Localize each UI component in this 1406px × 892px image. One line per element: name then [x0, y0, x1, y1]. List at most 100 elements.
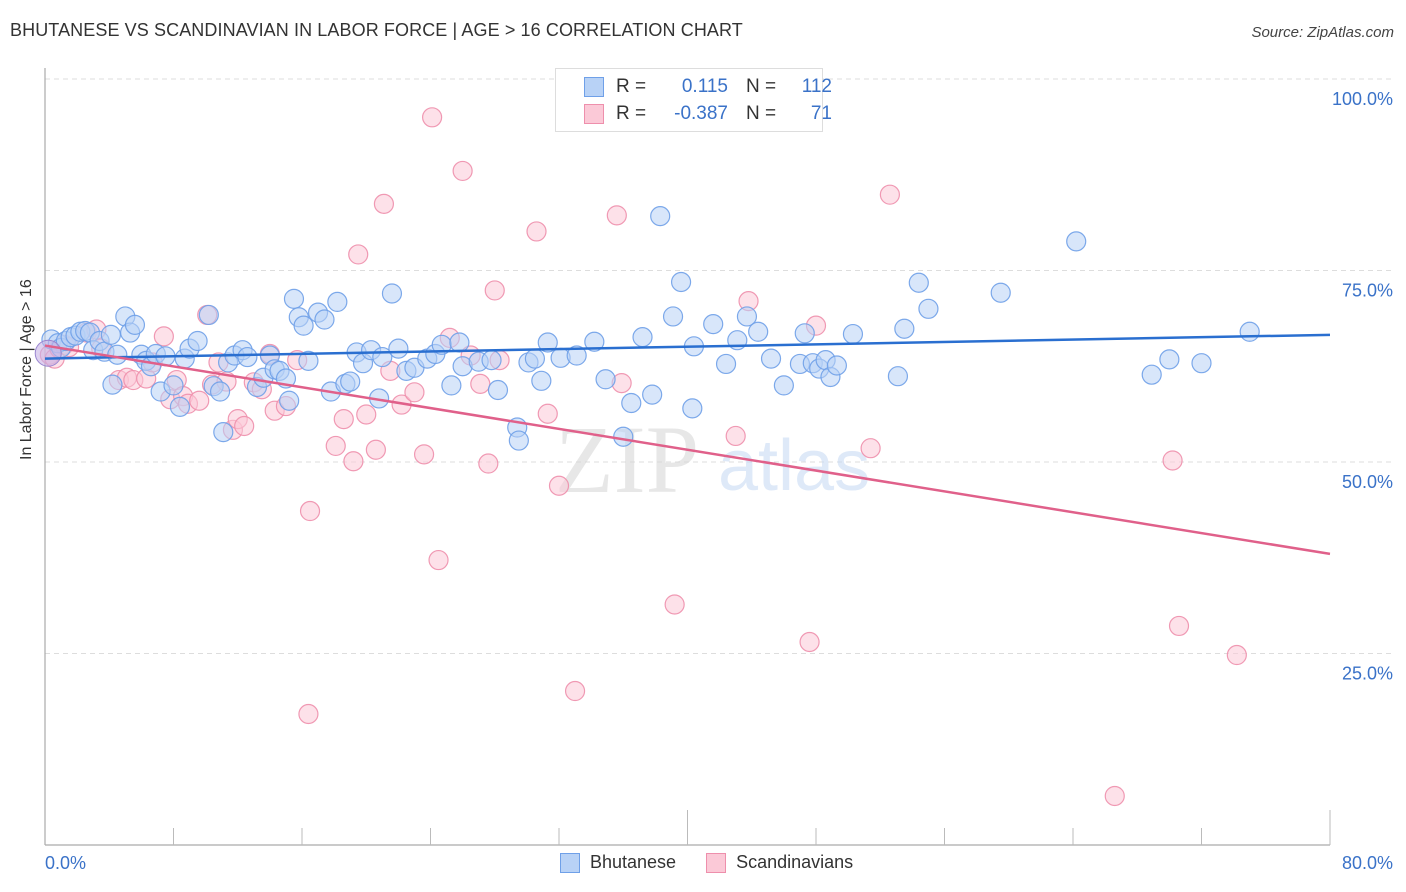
scandinavians-point — [298, 703, 319, 725]
scandinavians-point — [333, 409, 354, 430]
scandinavians-point — [365, 439, 386, 460]
scandinavians-point — [526, 221, 547, 242]
scandinavians-point — [484, 280, 505, 301]
bhutanese-point — [662, 306, 684, 327]
bhutanese-point — [124, 314, 146, 335]
r-value: 0.115 — [681, 76, 728, 97]
legend-swatch-bhutanese — [560, 852, 580, 873]
scandinavians-point — [153, 326, 174, 347]
bhutanese-point — [1141, 364, 1162, 385]
scandinavians-point — [1168, 615, 1190, 637]
legend-swatch-scandinavians — [706, 852, 727, 873]
bhutanese-point — [449, 332, 470, 353]
y-tick-label: 75.0% — [1342, 281, 1393, 301]
bhutanese-point — [670, 271, 692, 293]
scandinavians-point — [404, 382, 425, 403]
bhutanese-point — [613, 426, 634, 447]
bhutanese-point — [826, 355, 847, 376]
bhutanese-point — [198, 304, 219, 326]
bhutanese-point — [703, 314, 724, 335]
scandinavians-point — [725, 425, 746, 447]
bhutanese-point — [388, 338, 409, 359]
legend-swatch-scandinavians — [584, 104, 604, 124]
bhutanese-point — [107, 344, 128, 365]
scandinavians-point — [373, 193, 395, 214]
bhutanese-point — [481, 350, 502, 371]
n-value: 71 — [810, 103, 832, 124]
cluster-point — [34, 339, 62, 367]
scandinavians-point — [325, 435, 346, 457]
y-tick-label: 25.0% — [1342, 664, 1393, 684]
legend-item-scandinavians[interactable]: Scandinavians — [706, 852, 853, 873]
scandinavians-point — [189, 390, 210, 411]
r-value: -0.387 — [674, 103, 728, 124]
bhutanese-point — [760, 348, 782, 369]
scandinavians-point — [664, 594, 685, 615]
y-axis-label: In Labor Force | Age > 16 — [18, 279, 35, 460]
scandinavians-point — [1162, 450, 1183, 471]
scandinavians-trend-line — [44, 344, 1331, 556]
scandinavians-point — [478, 453, 499, 474]
y-tick-label: 100.0% — [1332, 89, 1393, 109]
n-label: N = — [746, 103, 777, 124]
scandinavians-point — [879, 184, 900, 205]
bhutanese-point — [213, 422, 234, 443]
bhutanese-point — [632, 327, 653, 348]
scandinavians-point — [564, 680, 586, 702]
bhutanese-point — [1239, 321, 1260, 342]
bhutanese-point — [531, 370, 552, 391]
bhutanese-point — [187, 330, 208, 352]
bhutanese-point — [748, 321, 769, 342]
bhutanese-point — [1066, 231, 1087, 252]
bhutanese-point — [650, 206, 671, 227]
bhutanese-point — [908, 272, 929, 293]
bhutanese-point — [595, 369, 616, 390]
bhutanese-point — [918, 298, 939, 319]
series-legend: Bhutanese Scandinavians — [560, 852, 883, 873]
bhutanese-point — [715, 353, 737, 375]
n-label: N = — [746, 76, 777, 97]
scandinavians-point — [452, 160, 473, 182]
scandinavians-point — [413, 444, 435, 465]
scandinavians-point — [356, 404, 377, 425]
bhutanese-point — [169, 396, 191, 417]
bhutanese-point — [441, 375, 462, 396]
bhutanese-point — [621, 392, 642, 414]
watermark-zip: ZIP — [555, 406, 699, 513]
bhutanese-point — [209, 381, 231, 402]
bhutanese-point — [1159, 349, 1180, 370]
x-tick-label: 0.0% — [45, 853, 86, 873]
scandinavians-point — [299, 500, 321, 522]
bhutanese-point — [487, 379, 509, 401]
bhutanese-point — [887, 366, 909, 387]
scandinavians-point — [234, 415, 255, 437]
bhutanese-point — [381, 283, 403, 304]
bhutanese-point — [842, 323, 864, 345]
scandinavians-point — [422, 107, 443, 128]
bhutanese-point — [1191, 353, 1212, 374]
scandinavians-point — [1226, 644, 1247, 666]
bhutanese-point — [524, 348, 546, 369]
scandinavians-point — [548, 475, 570, 496]
bhutanese-point — [102, 374, 123, 395]
bhutanese-point — [100, 324, 121, 345]
bhutanese-point — [682, 398, 703, 419]
scandinavians-point — [606, 205, 627, 226]
watermark: ZIP atlas — [555, 406, 870, 513]
y-tick-label: 50.0% — [1342, 472, 1393, 492]
bhutanese-point — [773, 375, 794, 396]
scandinavians-point — [1104, 785, 1125, 807]
scandinavians-point — [860, 438, 881, 459]
bhutanese-point — [990, 282, 1011, 303]
correlation-legend: R = 0.115 N = 112 R = -0.387 N = 71 — [555, 68, 832, 132]
scandinavians-point — [343, 451, 364, 472]
scandinavians-point — [348, 244, 369, 265]
legend-item-bhutanese[interactable]: Bhutanese — [560, 852, 676, 873]
scandinavians-point — [470, 373, 491, 394]
bhutanese-point — [508, 430, 529, 451]
bhutanese-point — [283, 288, 305, 309]
legend-label-bhutanese: Bhutanese — [590, 852, 677, 872]
bhutanese-point — [163, 375, 184, 396]
scatter-chart: ZIP atlas 25.0% 50.0% 75.0% 100.0% 0.0% 80.0% — [34, 68, 1395, 873]
bhutanese-point — [340, 371, 361, 392]
